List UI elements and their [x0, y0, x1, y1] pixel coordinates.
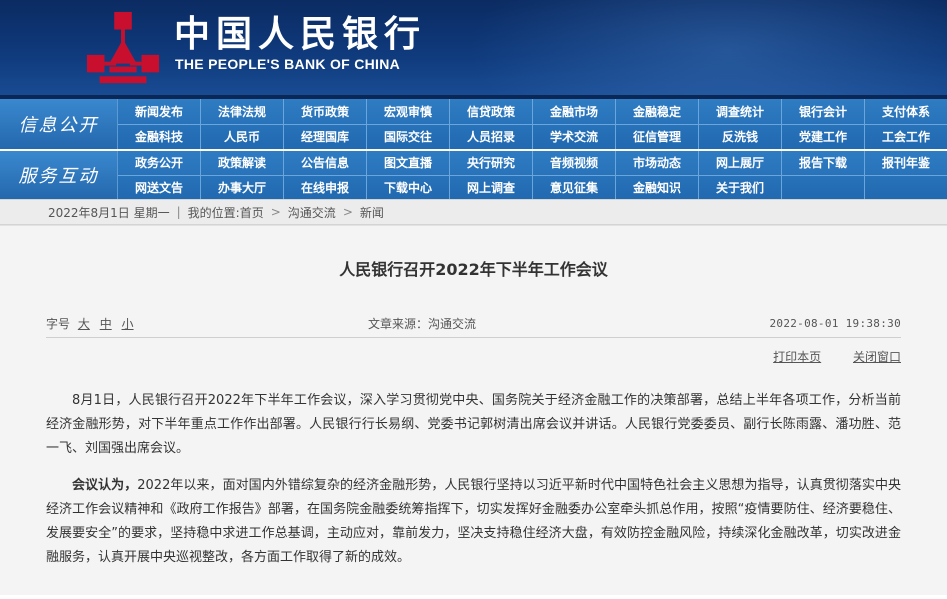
current-date: 2022年8月1日 星期一 — [48, 205, 170, 220]
nav-link-government-affairs[interactable]: 政务公开 — [118, 151, 201, 175]
nav-link-bank-accounting[interactable]: 银行会计 — [782, 99, 865, 124]
location-label: 我的位置: — [187, 205, 240, 220]
article-tools: 打印本页 关闭窗口 — [745, 348, 901, 365]
nav-link-download-center[interactable]: 下载中心 — [367, 175, 450, 199]
article-title: 人民银行召开2022年下半年工作会议 — [339, 260, 608, 279]
site-name-cn: 中国人民银行 — [174, 13, 427, 55]
article-paragraph: 8月1日，人民银行召开2022年下半年工作会议，深入学习贯彻党中央、国务院关于经… — [46, 389, 901, 461]
nav-link-international[interactable]: 国际交往 — [367, 124, 450, 149]
nav-link-credit-policy[interactable]: 信贷政策 — [450, 99, 533, 124]
nav-link-empty — [865, 176, 947, 200]
nav-link-opinion-solicitation[interactable]: 意见征集 — [533, 175, 616, 199]
nav-link-rmb[interactable]: 人民币 — [201, 124, 284, 149]
nav-link-credit-reference[interactable]: 征信管理 — [616, 124, 699, 149]
nav-link-payment-system[interactable]: 支付体系 — [865, 99, 947, 124]
pboc-logo-icon[interactable] — [84, 10, 162, 88]
nav-link-fintech[interactable]: 金融科技 — [118, 124, 201, 149]
meta-divider — [46, 337, 901, 338]
article-datetime: 2022-08-01 19:38:30 — [769, 316, 901, 330]
breadcrumb-news-link[interactable]: 新闻 — [360, 204, 384, 221]
nav-link-academic[interactable]: 学术交流 — [533, 124, 616, 149]
paragraph-lead: 会议认为， — [72, 478, 138, 493]
main-navigation: 信息公开 新闻发布 法律法规 货币政策 宏观审慎 信贷政策 金融市场 金融稳定 … — [0, 99, 947, 199]
nav-link-notices[interactable]: 网送文告 — [118, 175, 201, 199]
article-paragraph: 会议认为，2022年以来，面对国内外错综复杂的经济金融形势，人民银行坚持以习近平… — [46, 474, 901, 570]
article-container: 人民银行召开2022年下半年工作会议 字号 大 中 小 文章来源：沟通交流 20… — [0, 225, 947, 595]
breadcrumb-separator: > — [342, 205, 353, 219]
nav-link-empty — [782, 175, 865, 199]
nav-link-recruitment[interactable]: 人员招录 — [450, 124, 533, 149]
font-size-label: 字号 — [46, 316, 71, 331]
nav-link-macro-prudential[interactable]: 宏观审慎 — [367, 99, 450, 124]
nav-link-news-release[interactable]: 新闻发布 — [118, 99, 201, 124]
nav-row: 网送文告 办事大厅 在线申报 下载中心 网上调查 意见征集 金融知识 关于我们 — [118, 174, 947, 200]
nav-link-union[interactable]: 工会工作 — [865, 125, 947, 150]
nav-section-title[interactable]: 信息公开 — [0, 99, 118, 149]
nav-link-financial-market[interactable]: 金融市场 — [533, 99, 616, 124]
nav-grid: 新闻发布 法律法规 货币政策 宏观审慎 信贷政策 金融市场 金融稳定 调查统计 … — [118, 99, 947, 149]
nav-link-statistics[interactable]: 调查统计 — [699, 99, 782, 124]
close-window-link[interactable]: 关闭窗口 — [853, 350, 901, 364]
breadcrumb-separator: > — [270, 205, 281, 219]
breadcrumb-separator: | — [176, 205, 181, 219]
paragraph-text: 8月1日，人民银行召开2022年下半年工作会议，深入学习贯彻党中央、国务院关于经… — [46, 393, 901, 456]
nav-link-treasury[interactable]: 经理国库 — [284, 124, 367, 149]
article-meta: 字号 大 中 小 文章来源：沟通交流 2022-08-01 19:38:30 — [46, 315, 901, 331]
nav-link-laws[interactable]: 法律法规 — [201, 99, 284, 124]
nav-link-about-us[interactable]: 关于我们 — [699, 175, 782, 199]
nav-link-party-building[interactable]: 党建工作 — [782, 124, 865, 149]
nav-link-live-broadcast[interactable]: 图文直播 — [367, 151, 450, 175]
font-size-large-link[interactable]: 大 — [78, 317, 90, 331]
nav-link-market-dynamics[interactable]: 市场动态 — [616, 151, 699, 175]
nav-link-online-survey[interactable]: 网上调查 — [450, 175, 533, 199]
nav-link-policy-interpretation[interactable]: 政策解读 — [201, 151, 284, 175]
article-source: 文章来源：沟通交流 — [368, 316, 477, 331]
nav-row: 新闻发布 法律法规 货币政策 宏观审慎 信贷政策 金融市场 金融稳定 调查统计 … — [118, 99, 947, 124]
nav-link-yearbook[interactable]: 报刊年鉴 — [865, 151, 947, 175]
nav-link-report-download[interactable]: 报告下载 — [782, 151, 865, 175]
article-body: 8月1日，人民银行召开2022年下半年工作会议，深入学习贯彻党中央、国务院关于经… — [46, 389, 901, 583]
nav-link-financial-knowledge[interactable]: 金融知识 — [616, 175, 699, 199]
nav-link-online-exhibition[interactable]: 网上展厅 — [699, 151, 782, 175]
font-size-medium-link[interactable]: 中 — [100, 317, 112, 331]
nav-link-service-hall[interactable]: 办事大厅 — [201, 175, 284, 199]
print-page-link[interactable]: 打印本页 — [773, 350, 821, 364]
nav-link-online-filing[interactable]: 在线申报 — [284, 175, 367, 199]
font-size-small-link[interactable]: 小 — [122, 317, 134, 331]
nav-grid: 政务公开 政策解读 公告信息 图文直播 央行研究 音频视频 市场动态 网上展厅 … — [118, 151, 947, 199]
nav-link-research[interactable]: 央行研究 — [450, 151, 533, 175]
site-name-en: THE PEOPLE'S BANK OF CHINA — [175, 56, 401, 72]
breadcrumb-home-link[interactable]: 首页 — [240, 204, 264, 221]
breadcrumb: 2022年8月1日 星期一 | 我的位置: 首页 > 沟通交流 > 新闻 — [0, 199, 947, 225]
nav-link-financial-stability[interactable]: 金融稳定 — [616, 99, 699, 124]
nav-section-title[interactable]: 服务互动 — [0, 151, 118, 199]
paragraph-text: 2022年以来，面对国内外错综复杂的经济金融形势，人民银行坚持以习近平新时代中国… — [46, 478, 901, 565]
nav-link-anti-money-laundering[interactable]: 反洗钱 — [699, 124, 782, 149]
font-size-controls: 字号 大 中 小 — [46, 315, 140, 332]
nav-section-service-interaction: 服务互动 政务公开 政策解读 公告信息 图文直播 央行研究 音频视频 市场动态 … — [0, 149, 947, 199]
nav-section-info-disclosure: 信息公开 新闻发布 法律法规 货币政策 宏观审慎 信贷政策 金融市场 金融稳定 … — [0, 99, 947, 149]
nav-link-announcements[interactable]: 公告信息 — [284, 151, 367, 175]
site-header: 中国人民银行 THE PEOPLE'S BANK OF CHINA — [0, 0, 947, 99]
nav-row: 金融科技 人民币 经理国库 国际交往 人员招录 学术交流 征信管理 反洗钱 党建… — [118, 123, 947, 150]
nav-link-monetary-policy[interactable]: 货币政策 — [284, 99, 367, 124]
nav-row: 政务公开 政策解读 公告信息 图文直播 央行研究 音频视频 市场动态 网上展厅 … — [118, 151, 947, 175]
nav-link-audio-video[interactable]: 音频视频 — [533, 151, 616, 175]
breadcrumb-communication-link[interactable]: 沟通交流 — [288, 204, 336, 221]
